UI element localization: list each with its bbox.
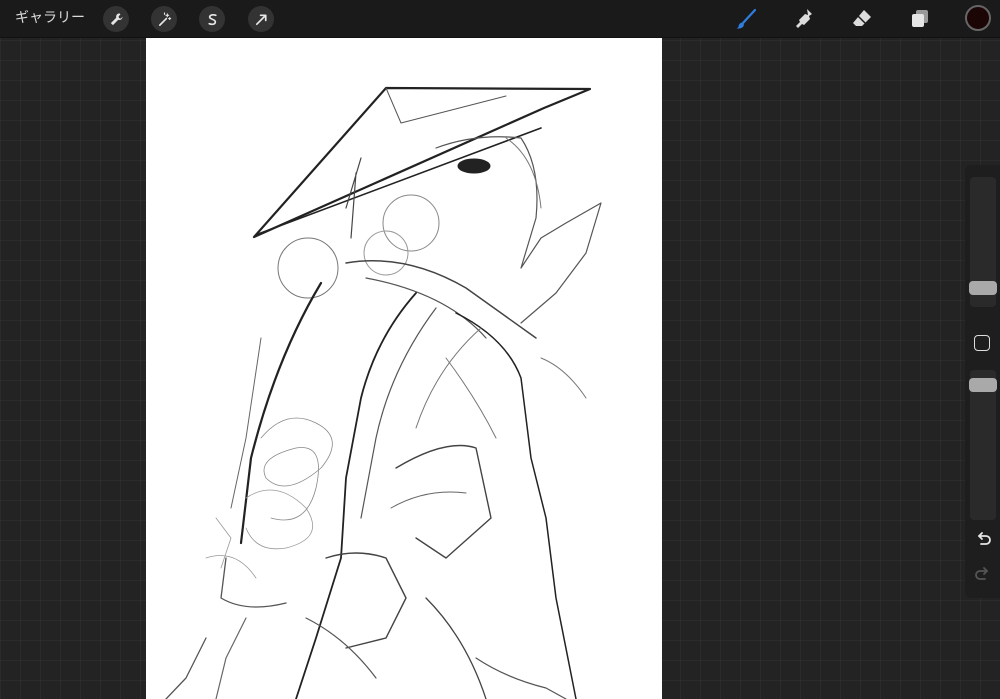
drawing-canvas[interactable]: [146, 38, 662, 699]
opacity-slider[interactable]: [969, 370, 997, 520]
sketch-drawing: [165, 86, 602, 699]
redo-button[interactable]: [973, 565, 993, 585]
transform-arrow-icon[interactable]: [248, 6, 274, 32]
opacity-thumb[interactable]: [969, 378, 997, 392]
magic-wand-icon[interactable]: [151, 6, 177, 32]
brush-icon[interactable]: [733, 6, 759, 32]
brush-size-thumb[interactable]: [969, 281, 997, 295]
smudge-icon[interactable]: [791, 6, 817, 32]
wrench-icon[interactable]: [103, 6, 129, 32]
top-toolbar: ギャラリー: [0, 0, 1000, 38]
modify-button[interactable]: [974, 335, 990, 351]
layers-icon[interactable]: [907, 6, 933, 32]
selection-icon[interactable]: [199, 6, 225, 32]
color-picker-swatch[interactable]: [965, 5, 991, 31]
right-sidebar: [965, 165, 1000, 598]
eraser-icon[interactable]: [849, 6, 875, 32]
undo-button[interactable]: [973, 530, 993, 550]
gallery-button[interactable]: ギャラリー: [15, 9, 85, 27]
brush-size-slider[interactable]: [969, 177, 997, 307]
